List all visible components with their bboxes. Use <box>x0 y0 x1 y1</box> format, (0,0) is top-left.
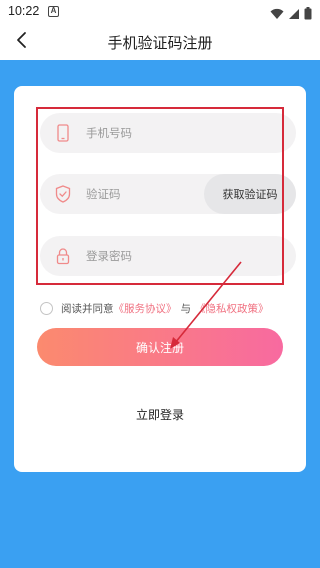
status-time: 10:22 <box>8 4 40 18</box>
agreement-checkbox[interactable] <box>40 301 53 315</box>
battery-icon <box>304 5 312 24</box>
agreement-and: 与 <box>180 302 192 315</box>
agreement-row: 阅读并同意 《服务协议》 与 《隐私权政策》 <box>40 298 269 318</box>
privacy-policy-link[interactable]: 《隐私权政策》 <box>195 301 269 316</box>
agreement-prefix: 阅读并同意 <box>61 302 114 315</box>
signal-icon <box>288 5 300 24</box>
service-agreement-link[interactable]: 《服务协议》 <box>114 301 177 316</box>
login-now-link[interactable]: 立即登录 <box>0 406 320 423</box>
app-notification-icon: A <box>48 6 59 17</box>
status-icons <box>270 5 312 24</box>
wifi-icon <box>270 5 284 24</box>
nav-bar: 手机验证码注册 <box>0 24 320 60</box>
status-bar: 10:22 A <box>0 0 320 24</box>
annotation-highlight-box <box>36 107 284 285</box>
page-title: 手机验证码注册 <box>107 34 213 52</box>
confirm-register-button[interactable]: 确认注册 <box>37 328 283 366</box>
